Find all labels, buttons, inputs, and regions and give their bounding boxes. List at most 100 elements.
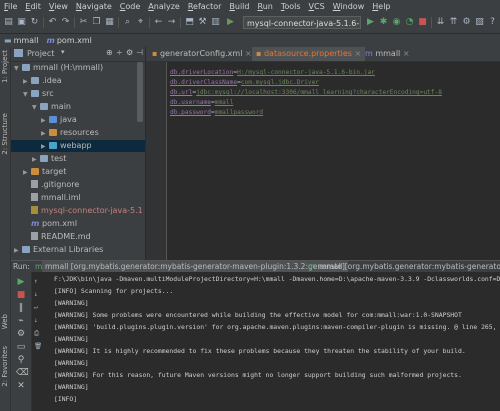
editor-tab[interactable]: ▪ datasource.properties ×: [252, 47, 366, 61]
print-icon[interactable]: ⎙: [34, 329, 39, 338]
collapsed-arrow-icon[interactable]: ▶: [41, 115, 49, 127]
tree-item[interactable]: ▶ External Libraries: [11, 244, 145, 256]
pause-icon[interactable]: ‖: [16, 303, 26, 313]
open-folder-icon[interactable]: ▤: [3, 17, 14, 28]
project-structure-icon[interactable]: ▥: [210, 17, 221, 28]
expanded-arrow-icon[interactable]: ▼: [32, 102, 40, 114]
tree-item[interactable]: mmall.iml: [11, 192, 145, 204]
hide-panel-icon[interactable]: ⊣: [136, 48, 143, 57]
vcs-update-icon[interactable]: ⇊: [435, 17, 446, 28]
settings-icon[interactable]: ⚙: [461, 17, 472, 28]
project-tool-tab[interactable]: 1: Project: [1, 50, 9, 83]
collapsed-arrow-icon[interactable]: ▶: [41, 128, 49, 140]
menu-help[interactable]: Help: [368, 2, 394, 11]
menu-navigate[interactable]: Navigate: [72, 2, 116, 11]
tree-item[interactable]: .gitignore: [11, 179, 145, 191]
collapsed-arrow-icon[interactable]: ▶: [23, 167, 31, 179]
tree-item[interactable]: ▶ target: [11, 166, 145, 178]
menu-refactor[interactable]: Refactor: [184, 2, 226, 11]
menu-vcs[interactable]: VCS: [305, 2, 329, 11]
menu-code[interactable]: Code: [116, 2, 145, 11]
chevron-down-icon[interactable]: ▾: [61, 48, 65, 56]
console-output[interactable]: ↑ ↓ ↵ ⇣ ⎙ 🗑 F:\JDK\bin\java -Dmaven.mult…: [32, 272, 500, 411]
expanded-arrow-icon[interactable]: ▼: [14, 63, 22, 75]
hammer-icon[interactable]: ⚒: [197, 17, 208, 28]
run-configuration-select[interactable]: mysql-connector-java-5.1.6-bin.jar: [243, 16, 361, 29]
collapsed-arrow-icon[interactable]: ▶: [41, 141, 49, 153]
sdk-icon[interactable]: ▧: [474, 17, 485, 28]
copy-icon[interactable]: ❐: [91, 17, 102, 28]
collapsed-arrow-icon[interactable]: ▶: [14, 245, 22, 257]
tree-item[interactable]: ▶ .idea: [11, 75, 145, 87]
gear-icon[interactable]: ⚙: [126, 48, 133, 57]
collapse-all-icon[interactable]: ÷: [116, 48, 123, 57]
collapsed-arrow-icon[interactable]: ▶: [23, 76, 31, 88]
menu-tools[interactable]: Tools: [277, 2, 305, 11]
menu-view[interactable]: View: [45, 2, 72, 11]
scroll-end-icon[interactable]: ⇣: [34, 316, 38, 324]
clear-icon[interactable]: ⌫: [16, 368, 29, 378]
replace-icon[interactable]: ⌖: [135, 17, 146, 28]
tree-item[interactable]: ▼ mmall (H:\mmall): [11, 62, 145, 74]
tree-item[interactable]: ▼ main: [11, 101, 145, 113]
expanded-arrow-icon[interactable]: ▼: [23, 89, 31, 101]
save-icon[interactable]: ▣: [16, 17, 27, 28]
soft-wrap-icon[interactable]: ↵: [34, 303, 38, 311]
project-scrollbar[interactable]: [137, 62, 143, 122]
trash-icon[interactable]: 🗑: [34, 342, 42, 350]
pin-icon[interactable]: ⚲: [16, 355, 26, 365]
back-icon[interactable]: ←: [153, 17, 164, 28]
tree-item[interactable]: ▼ src: [11, 88, 145, 100]
sync-tree-icon[interactable]: ⊕: [106, 48, 113, 57]
vcs-commit-icon[interactable]: ⇈: [448, 17, 459, 28]
stop-icon[interactable]: ■: [16, 290, 26, 300]
undo-icon[interactable]: ↶: [47, 17, 58, 28]
forward-icon[interactable]: →: [166, 17, 177, 28]
stop-icon[interactable]: ■: [417, 17, 428, 28]
close-tab-icon[interactable]: ×: [352, 49, 361, 58]
menu-run[interactable]: Run: [253, 2, 276, 11]
settings-icon[interactable]: ⚙: [16, 329, 26, 339]
redo-icon[interactable]: ↷: [60, 17, 71, 28]
collapsed-arrow-icon[interactable]: ▶: [32, 154, 40, 166]
tree-item[interactable]: ▶ webapp: [11, 140, 145, 152]
paste-icon[interactable]: ▦: [104, 17, 115, 28]
tree-item[interactable]: ▶ resources: [11, 127, 145, 139]
menu-analyze[interactable]: Analyze: [144, 2, 184, 11]
cut-icon[interactable]: ✂: [78, 17, 89, 28]
project-view-select[interactable]: Project: [27, 49, 54, 58]
close-tab-icon[interactable]: ×: [242, 49, 252, 58]
tree-item[interactable]: mysql-connector-java-5.1: [11, 205, 145, 217]
tree-item[interactable]: ▶ java: [11, 114, 145, 126]
menu-window[interactable]: Window: [329, 2, 369, 11]
close-tab-icon[interactable]: ×: [400, 49, 410, 58]
editor-tab[interactable]: m mmall ×: [361, 47, 414, 61]
profile-icon[interactable]: ◔: [404, 17, 415, 28]
menu-build[interactable]: Build: [225, 2, 253, 11]
help-icon[interactable]: ?: [487, 17, 498, 28]
editor-content[interactable]: db.driverLocation=H:/mysql-connector-jav…: [167, 62, 500, 260]
menu-file[interactable]: File: [0, 2, 21, 11]
dump-threads-icon[interactable]: ⌁: [16, 316, 26, 326]
breadcrumb-project[interactable]: mmall: [14, 36, 39, 45]
run-icon[interactable]: ▶: [365, 17, 376, 28]
tree-item[interactable]: ▶ test: [11, 153, 145, 165]
restore-layout-icon[interactable]: ▭: [16, 342, 26, 352]
web-tool-tab[interactable]: Web: [1, 314, 9, 329]
structure-tool-tab[interactable]: 2: Structure: [1, 113, 9, 155]
scroll-down-icon[interactable]: ↓: [34, 290, 38, 298]
rerun-icon[interactable]: ▶: [16, 277, 26, 287]
menu-edit[interactable]: Edit: [21, 2, 45, 11]
close-icon[interactable]: ✕: [16, 381, 26, 391]
debug-icon[interactable]: ✱: [378, 17, 389, 28]
coverage-icon[interactable]: ◉: [391, 17, 402, 28]
tree-item[interactable]: README.md: [11, 231, 145, 243]
scroll-up-icon[interactable]: ↑: [34, 277, 38, 285]
find-icon[interactable]: ⌕: [122, 17, 133, 28]
breadcrumb-file[interactable]: pom.xml: [57, 36, 92, 45]
build-icon[interactable]: ⬒: [184, 17, 195, 28]
tree-item[interactable]: m pom.xml: [11, 218, 145, 230]
sync-icon[interactable]: ↻: [29, 17, 40, 28]
editor-tab[interactable]: ▪ generatorConfig.xml ×: [148, 47, 256, 61]
favorites-tool-tab[interactable]: 2: Favorites: [1, 346, 9, 387]
